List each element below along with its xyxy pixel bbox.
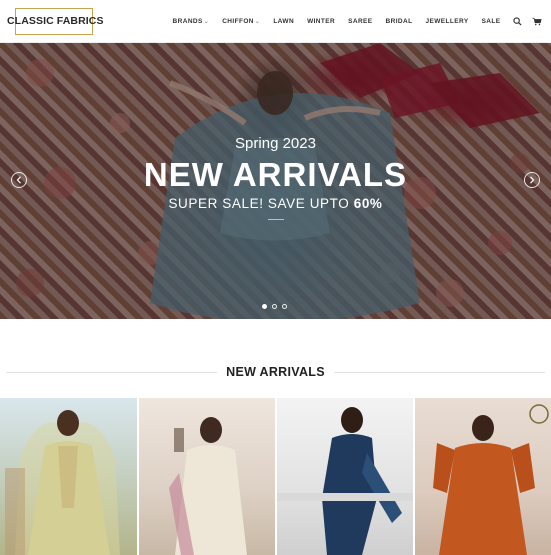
chevron-down-icon: ⌄ [203,19,210,25]
search-icon[interactable] [507,12,527,32]
nav-item-label: SALE [481,18,501,25]
main-nav: BRANDS ⌄ CHIFFON ⌄ LAWN WINTER SAREE BRI… [166,0,551,43]
divider [6,371,218,373]
slider-dot[interactable] [262,304,267,309]
slider-dots [262,304,287,309]
product-image[interactable] [415,398,551,555]
hero-subtitle: Spring 2023 [235,135,316,152]
product-grid [0,398,551,555]
product-image[interactable] [277,398,413,555]
nav-item-brands[interactable]: BRANDS ⌄ [166,18,216,25]
nav-item-label: LAWN [273,18,295,25]
slider-dot[interactable] [272,304,277,309]
nav-item-jewellery[interactable]: JEWELLERY [419,18,475,25]
chevron-left-icon [16,176,21,184]
product-image[interactable] [139,398,275,555]
slider-dot[interactable] [282,304,287,309]
nav-item-chiffon[interactable]: CHIFFON ⌄ [216,18,267,25]
nav-item-label: BRANDS [172,18,203,25]
site-header: CLASSIC FABRICS BRANDS ⌄ CHIFFON ⌄ LAWN … [0,0,551,43]
chevron-down-icon: ⌄ [254,19,261,25]
product-card[interactable] [415,398,551,555]
logo[interactable]: CLASSIC FABRICS [7,15,104,27]
divider [333,371,545,373]
slider-next-button[interactable] [524,172,540,188]
nav-item-bridal[interactable]: BRIDAL [379,18,419,25]
nav-item-label: CHIFFON [222,18,254,25]
hero-sale-text: SUPER SALE! SAVE UPTO 60% [0,196,551,211]
slider-prev-button[interactable] [11,172,27,188]
nav-item-label: BRIDAL [385,18,413,25]
nav-item-saree[interactable]: SAREE [342,18,379,25]
section-title: NEW ARRIVALS [226,365,325,379]
cart-icon[interactable] [527,12,547,32]
nav-item-winter[interactable]: WINTER [301,18,342,25]
product-card[interactable] [139,398,275,555]
nav-item-label: SAREE [348,18,373,25]
product-card[interactable] [277,398,413,555]
product-card[interactable] [0,398,137,555]
product-image[interactable] [0,398,137,555]
chevron-right-icon [530,176,535,184]
nav-item-label: WINTER [307,18,336,25]
sale-value: 60% [353,196,383,211]
nav-item-sale[interactable]: SALE [475,18,507,25]
nav-item-lawn[interactable]: LAWN [267,18,301,25]
sale-label: SUPER SALE! SAVE UPTO [168,196,350,211]
section-header: NEW ARRIVALS [6,362,545,382]
hero-title: NEW ARRIVALS [143,156,408,193]
nav-item-label: JEWELLERY [425,18,469,25]
hero-slider: Spring 2023 NEW ARRIVALS SUPER SALE! SAV… [0,43,551,319]
hero-divider [268,219,284,220]
